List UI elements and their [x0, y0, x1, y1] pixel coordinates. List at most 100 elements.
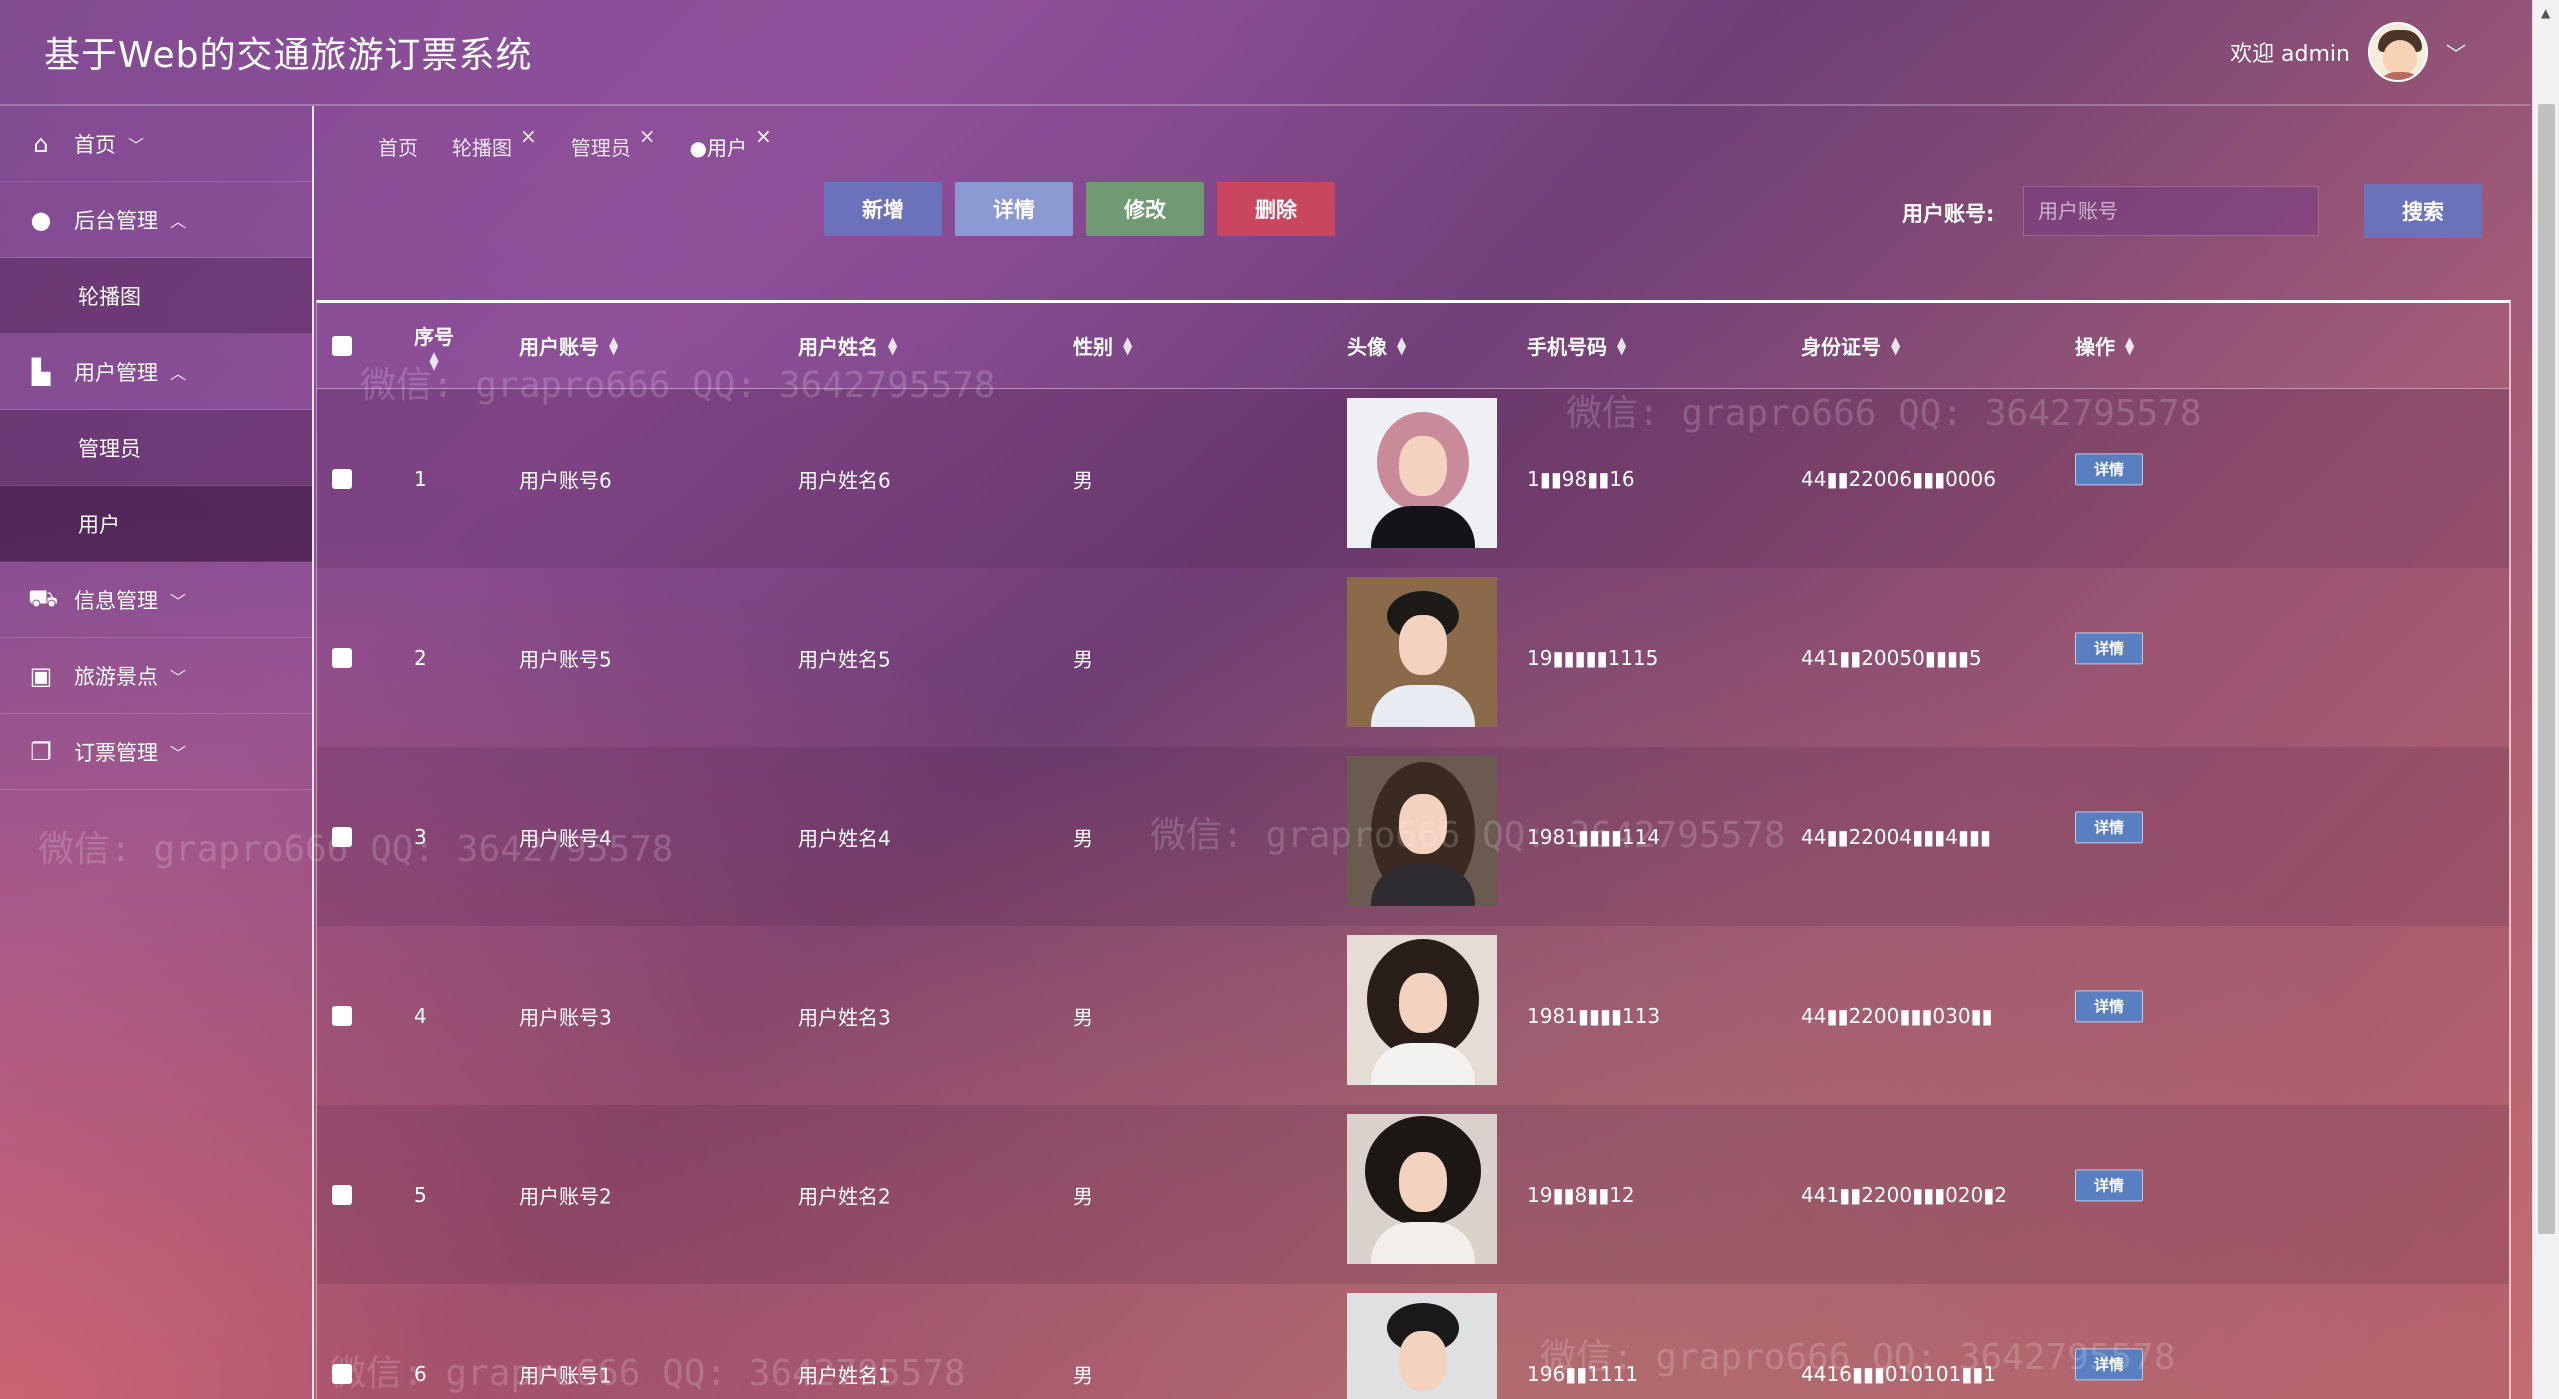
row-checkbox[interactable] [332, 826, 352, 847]
add-button[interactable]: 新增 [824, 182, 942, 236]
cell-gender: 男 [1073, 1005, 1093, 1029]
col-label: 操作 [2075, 335, 2115, 359]
sort-icon[interactable]: ▲ ▼ [429, 350, 438, 371]
sidebar-item-label: 旅游景点 [74, 664, 158, 689]
col-phone[interactable]: 手机号码 ▲ ▼ [1527, 331, 1626, 360]
app-title: 基于Web的交通旅游订票系统 [44, 35, 533, 76]
table-row[interactable]: 3 用户账号4 用户姓名4 男 1981▮▮▮▮114 44▮▮22004▮▮▮… [317, 747, 2509, 926]
cell-account: 用户账号4 [519, 826, 612, 850]
cell-name: 用户姓名6 [798, 468, 891, 492]
sort-icon[interactable]: ▲ ▼ [1397, 335, 1406, 356]
cell-name: 用户姓名3 [798, 1005, 891, 1029]
sort-icon[interactable]: ▲ ▼ [1123, 335, 1132, 356]
chevron-up-icon: ︿ [170, 363, 187, 383]
close-icon[interactable]: × [755, 124, 772, 148]
close-icon[interactable]: × [520, 124, 537, 148]
sidebar-item-scenic[interactable]: ▣ 旅游景点 ﹀ [0, 638, 312, 714]
table-row[interactable]: 4 用户账号3 用户姓名3 男 1981▮▮▮▮113 44▮▮2200▮▮▮0… [317, 926, 2509, 1105]
tab-label: 管理员 [570, 136, 631, 160]
sidebar-item-label: 后台管理 [74, 208, 158, 233]
home-icon: ⌂ [33, 129, 49, 158]
close-icon[interactable]: × [639, 124, 656, 148]
row-detail-button[interactable]: 详情 [2075, 1347, 2143, 1380]
sidebar-item-users[interactable]: ▙ 用户管理 ︿ [0, 334, 312, 410]
col-action[interactable]: 操作 ▲ ▼ [2075, 331, 2134, 360]
detail-button[interactable]: 详情 [955, 182, 1073, 236]
sidebar-subitem-carousel[interactable]: 轮播图 [0, 258, 312, 334]
cell-phone: 196▮▮1111 [1527, 1361, 1639, 1386]
table-row[interactable]: 5 用户账号2 用户姓名2 男 19▮▮8▮▮12 441▮▮2200▮▮▮02… [317, 1105, 2509, 1284]
tab-carousel[interactable]: 轮播图 × [452, 124, 537, 161]
sidebar-item-label: 订票管理 [74, 740, 158, 765]
cell-name: 用户姓名1 [798, 1363, 891, 1387]
sidebar-item-info[interactable]: ⛟ 信息管理 ﹀ [0, 562, 312, 638]
row-checkbox[interactable] [332, 1005, 352, 1026]
tab-label: 轮播图 [452, 136, 512, 160]
search-button[interactable]: 搜索 [2364, 184, 2482, 238]
user-table: 序号 ▲ ▼ 用户账号 ▲ ▼ 用户姓名 ▲ ▼ 性别 ▲ ▼ 头像 ▲ ▼ 手机号码 ▲… [316, 300, 2511, 1399]
chat-icon: ● [30, 205, 52, 234]
tab-user[interactable]: ●用户 × [690, 124, 772, 161]
scrollbar-thumb[interactable] [2538, 104, 2555, 1234]
sort-icon[interactable]: ▲ ▼ [1617, 335, 1626, 356]
table-row[interactable]: 6 用户账号1 用户姓名1 男 196▮▮1111 4416▮▮▮010101▮… [317, 1284, 2509, 1399]
row-detail-button[interactable]: 详情 [2075, 810, 2143, 843]
col-name[interactable]: 用户姓名 ▲ ▼ [798, 331, 897, 360]
sidebar-subitem-user[interactable]: 用户 [0, 486, 312, 562]
sidebar-item-label: 首页 [74, 132, 116, 157]
col-avatar[interactable]: 头像 ▲ ▼ [1347, 331, 1406, 360]
sort-icon[interactable]: ▲ ▼ [609, 335, 618, 356]
tab-home[interactable]: 首页 [378, 132, 418, 161]
table-row[interactable]: 1 用户账号6 用户姓名6 男 1▮▮98▮▮16 44▮▮22006▮▮▮00… [317, 389, 2509, 568]
table-body: 1 用户账号6 用户姓名6 男 1▮▮98▮▮16 44▮▮22006▮▮▮00… [317, 389, 2509, 1399]
row-checkbox[interactable] [332, 1184, 352, 1205]
row-checkbox[interactable] [332, 647, 352, 668]
col-idcard[interactable]: 身份证号 ▲ ▼ [1801, 331, 1900, 360]
sidebar-item-home[interactable]: ⌂ 首页 ﹀ [0, 106, 312, 182]
row-checkbox[interactable] [332, 468, 352, 489]
delete-button[interactable]: 删除 [1217, 182, 1335, 236]
scroll-up-icon[interactable]: ▲ [2541, 6, 2550, 20]
tab-admin[interactable]: 管理员 × [570, 124, 656, 161]
cell-name: 用户姓名2 [798, 1184, 891, 1208]
sidebar-subitem-admin[interactable]: 管理员 [0, 410, 312, 486]
avatar-image [1347, 577, 1497, 727]
page-scrollbar[interactable]: ▲ [2532, 0, 2559, 1399]
cell-account: 用户账号2 [519, 1184, 612, 1208]
col-gender[interactable]: 性别 ▲ ▼ [1073, 331, 1132, 360]
sort-icon[interactable]: ▲ ▼ [2125, 335, 2134, 356]
search-input[interactable] [2023, 186, 2319, 236]
row-detail-button[interactable]: 详情 [2075, 1168, 2143, 1201]
table-row[interactable]: 2 用户账号5 用户姓名5 男 19▮▮▮▮▮1115 441▮▮20050▮▮… [317, 568, 2509, 747]
table-header: 序号 ▲ ▼ 用户账号 ▲ ▼ 用户姓名 ▲ ▼ 性别 ▲ ▼ 头像 ▲ ▼ 手机号码 ▲… [317, 303, 2509, 389]
col-index[interactable]: 序号 ▲ ▼ [414, 321, 454, 371]
user-group-icon: ▙ [31, 357, 51, 386]
cell-name: 用户姓名4 [798, 826, 891, 850]
cell-index: 6 [414, 1361, 427, 1386]
cell-phone: 19▮▮▮▮▮1115 [1527, 645, 1659, 670]
edit-button[interactable]: 修改 [1086, 182, 1204, 236]
chevron-down-icon[interactable]: ﹀ [2446, 38, 2466, 67]
avatar[interactable] [2368, 22, 2428, 82]
col-label: 头像 [1347, 335, 1387, 359]
chip-icon: ▣ [29, 661, 53, 690]
sort-icon[interactable]: ▲ ▼ [1891, 335, 1900, 356]
row-detail-button[interactable]: 详情 [2075, 452, 2143, 485]
cell-idcard: 441▮▮2200▮▮▮020▮2 [1801, 1182, 2008, 1207]
sidebar-item-tickets[interactable]: ❐ 订票管理 ﹀ [0, 714, 312, 790]
search-label: 用户账号: [1902, 202, 1995, 226]
select-all-checkbox[interactable] [332, 335, 352, 356]
sort-icon[interactable]: ▲ ▼ [888, 335, 897, 356]
cell-index: 5 [414, 1182, 427, 1207]
row-detail-button[interactable]: 详情 [2075, 989, 2143, 1022]
col-account[interactable]: 用户账号 ▲ ▼ [519, 331, 618, 360]
user-menu[interactable]: 欢迎 admin ﹀ [2230, 22, 2466, 82]
tab-bar: 首页 轮播图 × 管理员 × ●用户 × [378, 124, 772, 161]
cell-account: 用户账号1 [519, 1363, 612, 1387]
tab-label: 首页 [378, 136, 418, 160]
row-checkbox[interactable] [332, 1363, 352, 1384]
row-detail-button[interactable]: 详情 [2075, 631, 2143, 664]
copy-icon: ❐ [30, 737, 52, 766]
cell-index: 4 [414, 1003, 427, 1028]
sidebar-item-backend[interactable]: ● 后台管理 ︿ [0, 182, 312, 258]
